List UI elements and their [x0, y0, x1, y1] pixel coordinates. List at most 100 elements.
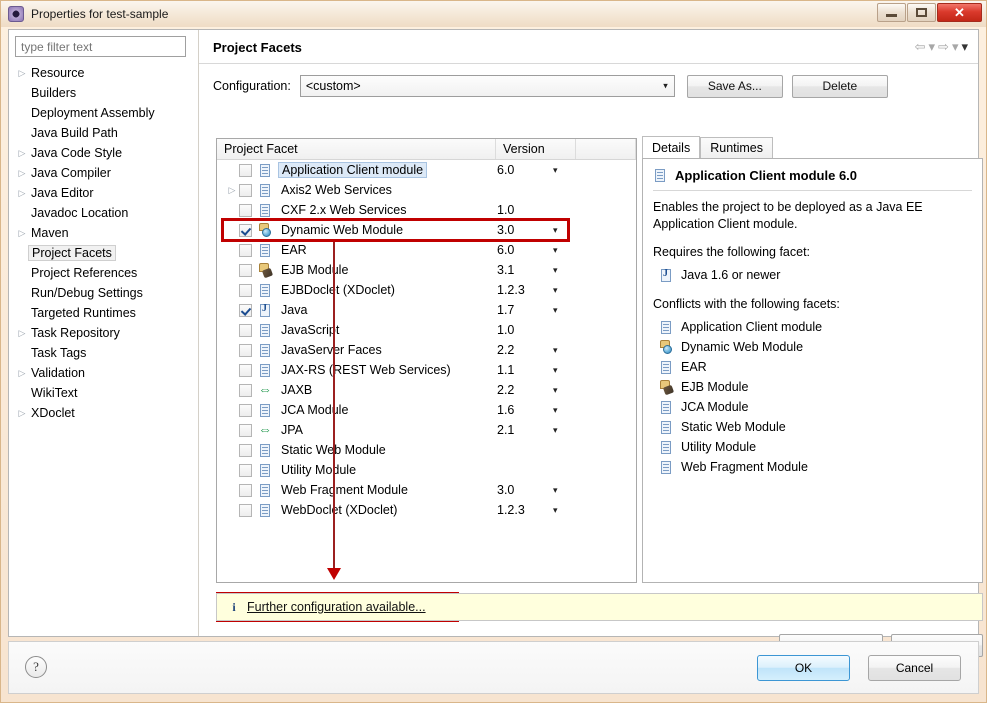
tab-details[interactable]: Details: [642, 136, 701, 158]
sidebar-item-java-code-style[interactable]: ▷ Java Code Style: [9, 143, 198, 163]
version-chevron-down-icon[interactable]: ▾: [553, 505, 558, 516]
table-row[interactable]: WebDoclet (XDoclet) 1.2.3 ▾: [217, 500, 636, 520]
table-row[interactable]: JAX-RS (REST Web Services) 1.1 ▾: [217, 360, 636, 380]
table-row[interactable]: Application Client module 6.0 ▾: [217, 160, 636, 180]
sidebar-item-validation[interactable]: ▷ Validation: [9, 363, 198, 383]
configuration-select[interactable]: <custom> ▾: [299, 75, 675, 97]
restore-button[interactable]: [907, 3, 936, 22]
facet-checkbox[interactable]: [239, 303, 252, 317]
facet-checkbox[interactable]: [239, 243, 252, 257]
facet-checkbox[interactable]: [239, 463, 252, 477]
table-row[interactable]: EAR 6.0 ▾: [217, 240, 636, 260]
save-as-button[interactable]: Save As...: [686, 74, 783, 98]
facet-checkbox[interactable]: [239, 363, 252, 377]
table-row[interactable]: Web Fragment Module 3.0 ▾: [217, 480, 636, 500]
web-icon: [659, 339, 674, 355]
sidebar-item-project-references[interactable]: Project References: [9, 263, 198, 283]
facet-checkbox[interactable]: [239, 183, 252, 197]
minimize-button[interactable]: [877, 3, 906, 22]
sidebar-item-task-tags[interactable]: Task Tags: [9, 343, 198, 363]
sidebar-item-resource[interactable]: ▷ Resource: [9, 63, 198, 83]
forward-menu-chevron-down-icon[interactable]: ▾: [952, 39, 959, 55]
tab-runtimes[interactable]: Runtimes: [700, 137, 774, 158]
facet-checkbox[interactable]: [239, 323, 252, 337]
sidebar-item-project-facets[interactable]: Project Facets: [9, 243, 198, 263]
further-configuration-link[interactable]: Further configuration available...: [247, 600, 426, 614]
version-chevron-down-icon[interactable]: ▾: [553, 345, 558, 356]
version-chevron-down-icon[interactable]: ▾: [553, 265, 558, 276]
chevron-right-icon[interactable]: ▷: [15, 328, 29, 339]
chevron-right-icon[interactable]: ▷: [15, 168, 29, 179]
facet-checkbox[interactable]: [239, 343, 252, 357]
view-menu-chevron-down-icon[interactable]: ▾: [961, 39, 968, 55]
chevron-right-icon[interactable]: ▷: [15, 368, 29, 379]
column-header-version[interactable]: Version: [496, 139, 576, 159]
version-chevron-down-icon[interactable]: ▾: [553, 385, 558, 396]
back-menu-chevron-down-icon[interactable]: ▾: [929, 39, 936, 55]
table-row[interactable]: ▷ Axis2 Web Services: [217, 180, 636, 200]
ok-button[interactable]: OK: [757, 655, 850, 681]
configuration-row: Configuration: <custom> ▾ Save As... Del…: [213, 74, 973, 98]
version-chevron-down-icon[interactable]: ▾: [553, 285, 558, 296]
table-row[interactable]: Java 1.7 ▾: [217, 300, 636, 320]
sidebar-item-deployment-assembly[interactable]: Deployment Assembly: [9, 103, 198, 123]
sidebar-item-java-editor[interactable]: ▷ Java Editor: [9, 183, 198, 203]
facet-checkbox[interactable]: [239, 503, 252, 517]
facet-checkbox[interactable]: [239, 423, 252, 437]
version-chevron-down-icon[interactable]: ▾: [553, 305, 558, 316]
version-chevron-down-icon[interactable]: ▾: [553, 225, 558, 236]
sidebar-item-wikitext[interactable]: WikiText: [9, 383, 198, 403]
table-row[interactable]: JPA 2.1 ▾: [217, 420, 636, 440]
table-row[interactable]: Static Web Module: [217, 440, 636, 460]
back-icon[interactable]: ⇦: [915, 39, 926, 55]
help-button[interactable]: ?: [25, 656, 47, 678]
conflicting-facet-item-label: Dynamic Web Module: [681, 340, 804, 354]
sidebar-item-xdoclet[interactable]: ▷ XDoclet: [9, 403, 198, 423]
table-row[interactable]: EJB Module 3.1 ▾: [217, 260, 636, 280]
forward-icon[interactable]: ⇨: [938, 39, 949, 55]
facet-checkbox[interactable]: [239, 223, 252, 237]
chevron-right-icon[interactable]: ▷: [15, 68, 29, 79]
table-row[interactable]: JavaServer Faces 2.2 ▾: [217, 340, 636, 360]
table-row[interactable]: JAXB 2.2 ▾: [217, 380, 636, 400]
chevron-right-icon[interactable]: ▷: [15, 228, 29, 239]
version-chevron-down-icon[interactable]: ▾: [553, 245, 558, 256]
sidebar-item-run-debug-settings[interactable]: Run/Debug Settings: [9, 283, 198, 303]
column-header-project-facet[interactable]: Project Facet: [217, 139, 496, 159]
delete-button[interactable]: Delete: [791, 74, 888, 98]
table-row[interactable]: JavaScript 1.0: [217, 320, 636, 340]
sidebar-item-javadoc-location[interactable]: Javadoc Location: [9, 203, 198, 223]
sidebar-item-maven[interactable]: ▷ Maven: [9, 223, 198, 243]
table-row[interactable]: EJBDoclet (XDoclet) 1.2.3 ▾: [217, 280, 636, 300]
facet-checkbox[interactable]: [239, 483, 252, 497]
version-chevron-down-icon[interactable]: ▾: [553, 425, 558, 436]
close-button[interactable]: ✕: [937, 3, 982, 22]
chevron-right-icon[interactable]: ▷: [15, 188, 29, 199]
version-chevron-down-icon[interactable]: ▾: [553, 485, 558, 496]
sidebar-item-builders[interactable]: Builders: [9, 83, 198, 103]
minimize-icon: [886, 14, 897, 17]
facet-checkbox[interactable]: [239, 403, 252, 417]
sidebar-item-java-compiler[interactable]: ▷ Java Compiler: [9, 163, 198, 183]
facet-checkbox[interactable]: [239, 163, 252, 177]
chevron-right-icon[interactable]: ▷: [15, 408, 29, 419]
table-row[interactable]: JCA Module 1.6 ▾: [217, 400, 636, 420]
version-chevron-down-icon[interactable]: ▾: [553, 165, 558, 176]
chevron-right-icon[interactable]: ▷: [225, 185, 239, 196]
table-row[interactable]: Dynamic Web Module 3.0 ▾: [217, 220, 636, 240]
facet-checkbox[interactable]: [239, 203, 252, 217]
filter-input[interactable]: [15, 36, 186, 57]
table-row[interactable]: Utility Module: [217, 460, 636, 480]
facet-checkbox[interactable]: [239, 383, 252, 397]
table-row[interactable]: CXF 2.x Web Services 1.0: [217, 200, 636, 220]
version-chevron-down-icon[interactable]: ▾: [553, 405, 558, 416]
version-chevron-down-icon[interactable]: ▾: [553, 365, 558, 376]
sidebar-item-targeted-runtimes[interactable]: Targeted Runtimes: [9, 303, 198, 323]
sidebar-item-task-repository[interactable]: ▷ Task Repository: [9, 323, 198, 343]
sidebar-item-java-build-path[interactable]: Java Build Path: [9, 123, 198, 143]
facet-checkbox[interactable]: [239, 443, 252, 457]
facet-checkbox[interactable]: [239, 263, 252, 277]
chevron-right-icon[interactable]: ▷: [15, 148, 29, 159]
facet-checkbox[interactable]: [239, 283, 252, 297]
cancel-button[interactable]: Cancel: [868, 655, 961, 681]
